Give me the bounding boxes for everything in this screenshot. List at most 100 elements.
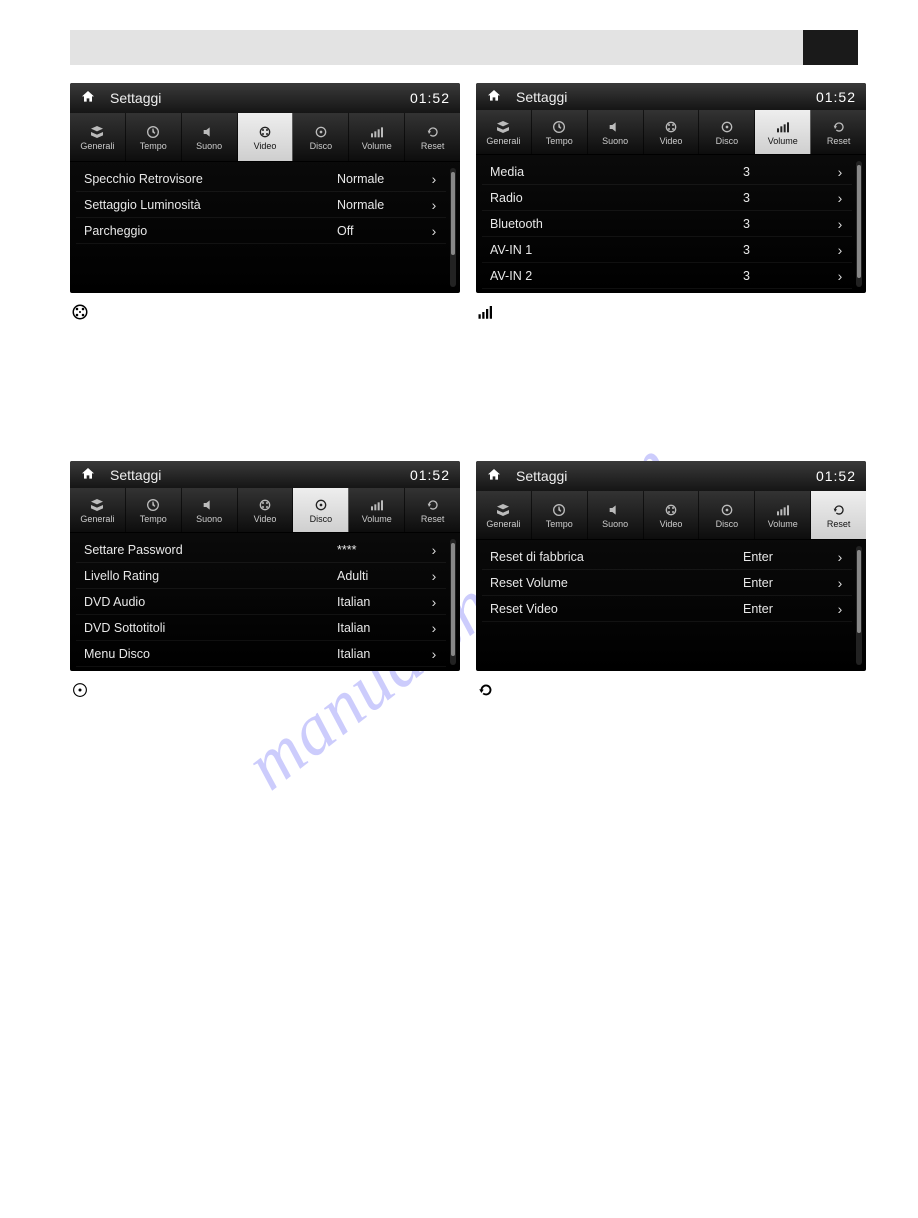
home-icon[interactable] [486, 467, 504, 485]
list-item[interactable]: Livello RatingAdulti› [76, 563, 446, 589]
list-item[interactable]: AV-IN 13› [482, 237, 852, 263]
scrollbar[interactable] [856, 546, 862, 665]
list-item[interactable]: DVD SottotitoliItalian› [76, 615, 446, 641]
tab-disco[interactable]: Disco [293, 488, 349, 532]
scrollbar[interactable] [450, 539, 456, 665]
tab-label: Video [254, 141, 277, 151]
tab-generali[interactable]: Generali [70, 113, 126, 161]
item-label: AV-IN 2 [490, 269, 743, 283]
tab-generali[interactable]: Generali [70, 488, 126, 532]
tab-label: Generali [486, 519, 520, 529]
tab-volume[interactable]: Volume [755, 491, 811, 539]
tab-label: Disco [310, 514, 333, 524]
settings-panel-reset: Settaggi 01:52 Generali Tempo Suono Vide… [476, 461, 866, 671]
item-label: Reset Video [490, 602, 743, 616]
tab-generali[interactable]: Generali [476, 491, 532, 539]
scrollbar[interactable] [856, 161, 862, 287]
item-label: DVD Sottotitoli [84, 621, 337, 635]
tab-video[interactable]: Video [238, 488, 294, 532]
home-icon[interactable] [486, 88, 504, 106]
tab-label: Video [660, 136, 683, 146]
tab-tempo[interactable]: Tempo [126, 488, 182, 532]
tab-tempo[interactable]: Tempo [532, 110, 588, 154]
scrollbar[interactable] [450, 168, 456, 287]
tab-label: Suono [196, 514, 222, 524]
tab-label: Tempo [546, 519, 573, 529]
item-value: 3 [743, 269, 828, 283]
page-header-tab [803, 30, 858, 65]
tab-label: Reset [827, 519, 851, 529]
tab-label: Video [254, 514, 277, 524]
tab-label: Generali [80, 141, 114, 151]
tab-generali[interactable]: Generali [476, 110, 532, 154]
list-item[interactable]: Reset VolumeEnter› [482, 570, 852, 596]
item-label: Settare Password [84, 543, 337, 557]
caption-volume [476, 303, 866, 321]
tab-reset[interactable]: Reset [811, 491, 866, 539]
tab-suono[interactable]: Suono [588, 491, 644, 539]
tab-volume[interactable]: Volume [349, 488, 405, 532]
tab-label: Suono [602, 136, 628, 146]
list-item[interactable]: Menu DiscoItalian› [76, 641, 446, 667]
tab-video[interactable]: Video [644, 110, 700, 154]
list-item[interactable]: Bluetooth3› [482, 211, 852, 237]
list-item[interactable]: Specchio RetrovisoreNormale› [76, 166, 446, 192]
list-item[interactable]: Reset di fabbricaEnter› [482, 544, 852, 570]
tab-volume[interactable]: Volume [755, 110, 811, 154]
item-label: Reset Volume [490, 576, 743, 590]
tab-tempo[interactable]: Tempo [532, 491, 588, 539]
list-item[interactable]: AV-IN 23› [482, 263, 852, 289]
tab-label: Volume [768, 136, 798, 146]
clock: 01:52 [816, 468, 856, 484]
tab-label: Reset [827, 136, 851, 146]
list-item[interactable]: Radio3› [482, 185, 852, 211]
list-item[interactable]: Settare Password****› [76, 537, 446, 563]
tab-reset[interactable]: Reset [811, 110, 866, 154]
tab-reset[interactable]: Reset [405, 488, 460, 532]
clock: 01:52 [816, 89, 856, 105]
disc-icon [70, 681, 90, 699]
tab-video[interactable]: Video [644, 491, 700, 539]
item-value: Adulti [337, 569, 422, 583]
tab-label: Tempo [140, 514, 167, 524]
tab-label: Volume [768, 519, 798, 529]
home-icon[interactable] [80, 466, 98, 484]
tab-volume[interactable]: Volume [349, 113, 405, 161]
tab-suono[interactable]: Suono [588, 110, 644, 154]
chevron-right-icon: › [828, 575, 852, 591]
tab-disco[interactable]: Disco [699, 110, 755, 154]
list-item[interactable]: DVD AudioItalian› [76, 589, 446, 615]
tab-bar: Generali Tempo Suono Video Disco Volume … [70, 488, 460, 533]
panel-title: Settaggi [110, 467, 161, 483]
clock: 01:52 [410, 90, 450, 106]
tab-video[interactable]: Video [238, 113, 294, 161]
item-value: Italian [337, 595, 422, 609]
tab-bar: Generali Tempo Suono Video Disco Volume … [476, 110, 866, 155]
home-icon[interactable] [80, 89, 98, 107]
chevron-right-icon: › [828, 549, 852, 565]
tab-label: Tempo [140, 141, 167, 151]
tab-disco[interactable]: Disco [699, 491, 755, 539]
tab-reset[interactable]: Reset [405, 113, 460, 161]
item-label: Settaggio Luminosità [84, 198, 337, 212]
list-item[interactable]: Settaggio LuminositàNormale› [76, 192, 446, 218]
item-value: Normale [337, 172, 422, 186]
tab-suono[interactable]: Suono [182, 113, 238, 161]
tab-label: Disco [716, 136, 739, 146]
tab-suono[interactable]: Suono [182, 488, 238, 532]
item-value: 3 [743, 165, 828, 179]
item-label: Radio [490, 191, 743, 205]
panel-title: Settaggi [516, 89, 567, 105]
tab-tempo[interactable]: Tempo [126, 113, 182, 161]
chevron-right-icon: › [422, 646, 446, 662]
tab-label: Suono [602, 519, 628, 529]
tab-label: Volume [362, 141, 392, 151]
list-item[interactable]: Media3› [482, 159, 852, 185]
item-value: 3 [743, 191, 828, 205]
list-item[interactable]: Reset VideoEnter› [482, 596, 852, 622]
tab-disco[interactable]: Disco [293, 113, 349, 161]
tab-label: Suono [196, 141, 222, 151]
settings-panel-disco: Settaggi 01:52 Generali Tempo Suono Vide… [70, 461, 460, 671]
item-value: **** [337, 543, 422, 557]
list-item[interactable]: ParcheggioOff› [76, 218, 446, 244]
